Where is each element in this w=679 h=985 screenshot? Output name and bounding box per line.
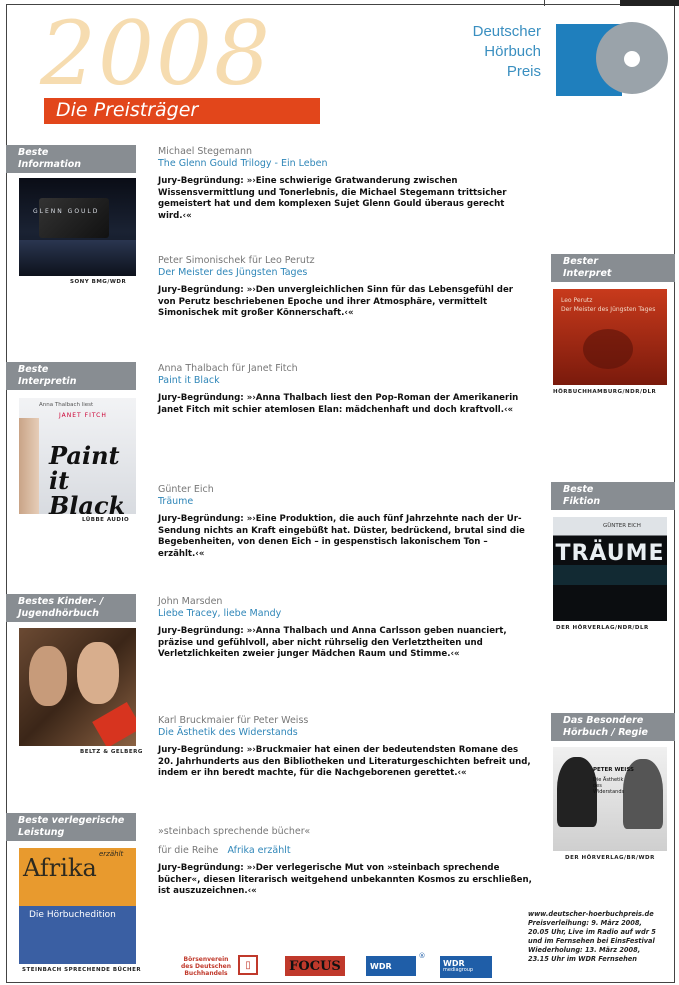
title: Träume bbox=[158, 496, 194, 507]
jury-statement: Jury-Begründung: »›Der verlegerische Mut… bbox=[158, 863, 532, 896]
publisher-label: BELTZ & GELBERG bbox=[80, 749, 143, 755]
publisher-label: HÖRBUCHHAMBURG/NDR/DLR bbox=[553, 389, 657, 395]
jury-statement: Jury-Begründung: »›Eine Produktion, die … bbox=[158, 514, 525, 559]
author: Peter Simonischek für Leo Perutz bbox=[158, 255, 315, 266]
cover-liebe-tracey bbox=[19, 628, 136, 746]
category-label-information: Beste Information bbox=[6, 145, 136, 173]
logo-text: Deutscher Hörbuch Preis bbox=[472, 23, 541, 80]
title: Afrika erzählt bbox=[227, 845, 291, 856]
author: Michael Stegemann bbox=[158, 146, 252, 157]
entry-interpret: Peter Simonischek für Leo Perutz Der Mei… bbox=[158, 255, 532, 320]
cd-hole bbox=[624, 51, 640, 67]
sponsor-boersenverein: Börsenverein des Deutschen Buchhandels bbox=[181, 955, 231, 977]
event-info: www.deutscher-hoerbuchpreis.de Preisverl… bbox=[528, 910, 673, 964]
cover-afrika: Afrika erzählt Die Hörbuchedition bbox=[19, 848, 136, 964]
crop-mark bbox=[544, 0, 545, 6]
entry-information: Michael Stegemann The Glenn Gould Trilog… bbox=[158, 146, 532, 222]
category-label-interpretin: Beste Interpretin bbox=[6, 362, 136, 390]
category-label-interpret: Bester Interpret bbox=[551, 254, 675, 282]
jury-statement: Jury-Begründung: »›Anna Thalbach und Ann… bbox=[158, 626, 507, 659]
year-heading: 2008 bbox=[40, 2, 272, 105]
publisher-label: DER HÖRVERLAG/NDR/DLR bbox=[556, 625, 649, 631]
category-label-kinder: Bestes Kinder- / Jugendhörbuch bbox=[6, 594, 136, 622]
entry-regie: Karl Bruckmaier für Peter Weiss Die Ästh… bbox=[158, 715, 532, 780]
entry-verlegerisch: »steinbach sprechende bücher« für die Re… bbox=[158, 826, 532, 898]
entry-interpretin: Anna Thalbach für Janet Fitch Paint it B… bbox=[158, 363, 532, 416]
registered-icon: ® bbox=[418, 951, 426, 960]
cover-traeume: GÜNTER EICH TRÄUME bbox=[553, 517, 667, 621]
sponsor-wdr-mediagroup: WDR mediagroup bbox=[440, 956, 492, 978]
cover-leo-perutz: Leo Perutz Der Meister des Jüngsten Tage… bbox=[553, 289, 667, 385]
title: Liebe Tracey, liebe Mandy bbox=[158, 608, 282, 619]
publisher-label: DER HÖRVERLAG/BR/WDR bbox=[565, 855, 655, 861]
title: Paint it Black bbox=[158, 375, 220, 386]
publisher-label: STEINBACH SPRECHENDE BÜCHER bbox=[22, 967, 142, 973]
category-label-regie: Das Besondere Hörbuch / Regie bbox=[551, 713, 675, 741]
jury-statement: Jury-Begründung: »›Den unvergleichlichen… bbox=[158, 285, 514, 318]
author: John Marsden bbox=[158, 596, 223, 607]
cover-paint-it-black: Anna Thalbach liest JANET FITCH Paint it… bbox=[19, 398, 136, 514]
author: Günter Eich bbox=[158, 484, 214, 495]
title: Der Meister des Jüngsten Tages bbox=[158, 267, 308, 278]
category-label-fiktion: Beste Fiktion bbox=[551, 482, 675, 510]
jury-statement: Jury-Begründung: »›Anna Thalbach liest d… bbox=[158, 393, 519, 415]
title: The Glenn Gould Trilogy - Ein Leben bbox=[158, 158, 328, 169]
cover-aesthetik: PETER WEISS Die Ästhetik des Widerstands bbox=[553, 747, 667, 851]
sponsor-wdr: WDR bbox=[366, 956, 416, 976]
publisher-label: LÜBBE AUDIO bbox=[82, 517, 130, 523]
sponsor-focus: FOCUS bbox=[285, 956, 345, 976]
website-link[interactable]: www.deutscher-hoerbuchpreis.de bbox=[528, 910, 673, 919]
author: Anna Thalbach für Janet Fitch bbox=[158, 363, 298, 374]
entry-fiktion: Günter Eich Träume Jury-Begründung: »›Ei… bbox=[158, 484, 532, 560]
category-label-verlegerisch: Beste verlegerische Leistung bbox=[6, 813, 136, 841]
cover-glenn-gould: GLENN GOULD bbox=[19, 178, 136, 276]
jury-statement: Jury-Begründung: »›Bruckmaier hat einen … bbox=[158, 745, 531, 778]
title: Die Ästhetik des Widerstands bbox=[158, 727, 298, 738]
book-icon: ▯ bbox=[238, 955, 258, 975]
author-line2: für die Reihe bbox=[158, 845, 219, 856]
crop-box bbox=[620, 0, 679, 6]
entry-kinder: John Marsden Liebe Tracey, liebe Mandy J… bbox=[158, 596, 532, 661]
jury-statement: Jury-Begründung: »›Eine schwierige Gratw… bbox=[158, 176, 507, 221]
author: »steinbach sprechende bücher« bbox=[158, 826, 311, 837]
publisher-label: SONY BMG/WDR bbox=[70, 279, 127, 285]
subtitle: Die Preisträger bbox=[56, 99, 199, 121]
author: Karl Bruckmaier für Peter Weiss bbox=[158, 715, 309, 726]
